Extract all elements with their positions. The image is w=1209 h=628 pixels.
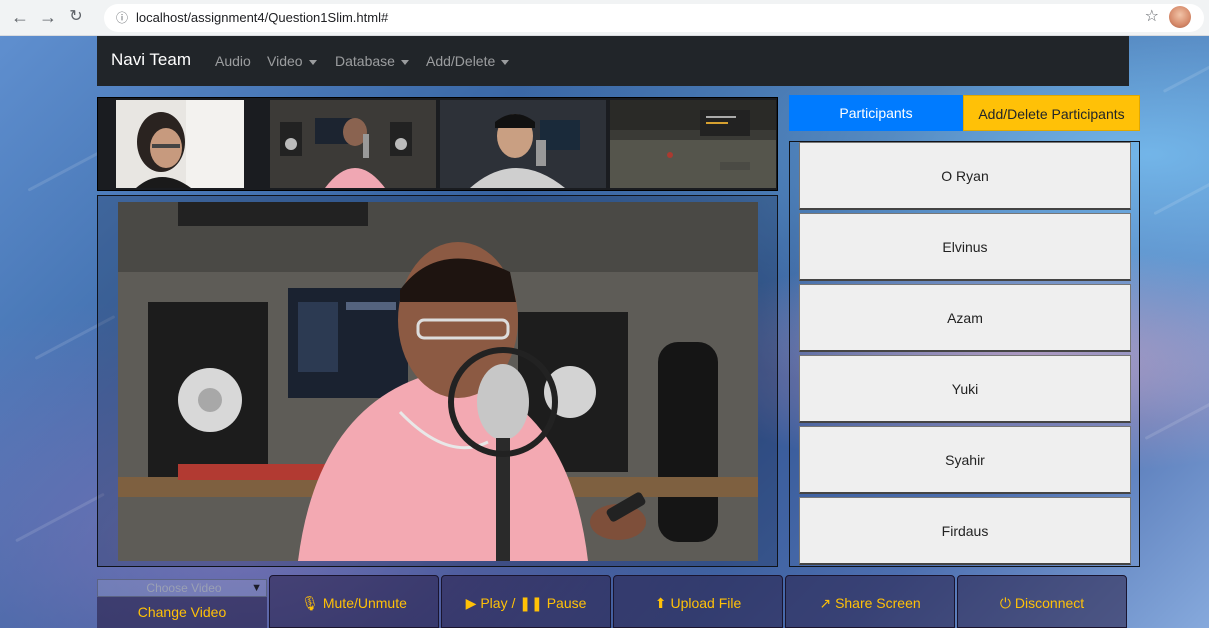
- video-thumbnail-4[interactable]: [610, 100, 776, 188]
- participant-item[interactable]: O Ryan: [799, 142, 1131, 210]
- video-thumbnail-strip: [97, 97, 778, 191]
- chevron-down-icon: [308, 59, 317, 65]
- mute-label: Mute/Unmute: [322, 595, 407, 611]
- video-select-group: Choose Video ▼ Change Video: [97, 575, 267, 628]
- video-thumbnail-3[interactable]: [440, 100, 606, 188]
- video-thumbnail-2[interactable]: [270, 100, 436, 188]
- participant-list: O Ryan Elvinus Azam Yuki Syahir Firdaus: [789, 141, 1140, 567]
- participant-name: O Ryan: [941, 168, 989, 184]
- play-icon: ▶: [465, 595, 477, 611]
- nav-audio[interactable]: Audio: [215, 53, 251, 69]
- participant-name: Elvinus: [942, 239, 988, 255]
- participant-item[interactable]: Firdaus: [799, 497, 1131, 565]
- main-video-frame: [97, 195, 778, 567]
- participant-item[interactable]: Syahir: [799, 426, 1131, 494]
- nav-video[interactable]: Video: [267, 53, 317, 69]
- page-background: Navi Team Audio Video Database Add/Delet…: [0, 36, 1209, 628]
- back-icon[interactable]: ←: [10, 7, 30, 27]
- nav-video-label: Video: [267, 53, 303, 69]
- pause-icon: ❚❚: [519, 595, 543, 611]
- share-screen-button[interactable]: ↗ Share Screen: [785, 575, 955, 628]
- address-bar[interactable]: ⓘ localhost/assignment4/Question1Slim.htm…: [104, 4, 1204, 32]
- info-icon[interactable]: ⓘ: [116, 11, 128, 25]
- power-icon: ⏻: [999, 595, 1011, 611]
- main-video[interactable]: [118, 202, 758, 561]
- nav-add-delete[interactable]: Add/Delete: [426, 53, 510, 69]
- disconnect-label: Disconnect: [1014, 595, 1085, 611]
- tab-participants-label: Participants: [839, 105, 913, 121]
- upload-label: Upload File: [670, 595, 742, 611]
- share-icon: ↗: [819, 595, 832, 611]
- browser-toolbar: ← → ↻ ⓘ localhost/assignment4/Question1Sl…: [0, 0, 1209, 36]
- url-text: localhost/assignment4/Question1Slim.html…: [136, 10, 389, 25]
- chevron-down-icon: ▼: [251, 582, 262, 594]
- disconnect-button[interactable]: ⏻ Disconnect: [957, 575, 1127, 628]
- reload-icon[interactable]: ↻: [66, 7, 86, 27]
- nav-database-label: Database: [335, 53, 395, 69]
- participant-item[interactable]: Elvinus: [799, 213, 1131, 281]
- navbar: Navi Team Audio Video Database Add/Delet…: [97, 36, 1129, 86]
- microphone-icon: 🎙: [301, 595, 319, 611]
- share-label: Share Screen: [835, 595, 921, 611]
- video-select-value: Choose Video: [146, 581, 222, 595]
- video-select[interactable]: Choose Video ▼: [97, 579, 267, 597]
- profile-avatar[interactable]: [1169, 6, 1191, 28]
- participant-name: Firdaus: [941, 523, 989, 539]
- participant-name: Syahir: [945, 452, 985, 468]
- navbar-brand[interactable]: Navi Team: [111, 50, 191, 70]
- tab-add-delete-label: Add/Delete Participants: [978, 106, 1125, 122]
- chevron-down-icon: [501, 59, 510, 65]
- mute-button[interactable]: 🎙 Mute/Unmute: [269, 575, 439, 628]
- participant-item[interactable]: Azam: [799, 284, 1131, 352]
- star-icon[interactable]: ☆: [1145, 6, 1159, 26]
- pause-label: Pause: [546, 595, 587, 611]
- tab-participants[interactable]: Participants: [789, 95, 963, 131]
- forward-icon[interactable]: →: [38, 7, 58, 27]
- nav-audio-label: Audio: [215, 53, 251, 69]
- play-pause-button[interactable]: ▶ Play / ❚❚ Pause: [441, 575, 611, 628]
- nav-add-delete-label: Add/Delete: [426, 53, 496, 69]
- upload-icon: ⬆: [654, 595, 667, 611]
- video-thumbnail-1[interactable]: [116, 100, 244, 188]
- participant-item[interactable]: Yuki: [799, 355, 1131, 423]
- participant-name: Yuki: [951, 381, 979, 397]
- play-label: Play /: [480, 595, 520, 611]
- tab-add-delete-participants[interactable]: Add/Delete Participants: [963, 95, 1140, 131]
- chevron-down-icon: [400, 59, 409, 65]
- nav-database[interactable]: Database: [335, 53, 409, 69]
- participant-name: Azam: [947, 310, 983, 326]
- control-bar: Choose Video ▼ Change Video 🎙 Mute/Unmute…: [97, 575, 1129, 628]
- change-video-label: Change Video: [137, 604, 227, 620]
- upload-file-button[interactable]: ⬆ Upload File: [613, 575, 783, 628]
- change-video-button[interactable]: Change Video: [97, 597, 267, 628]
